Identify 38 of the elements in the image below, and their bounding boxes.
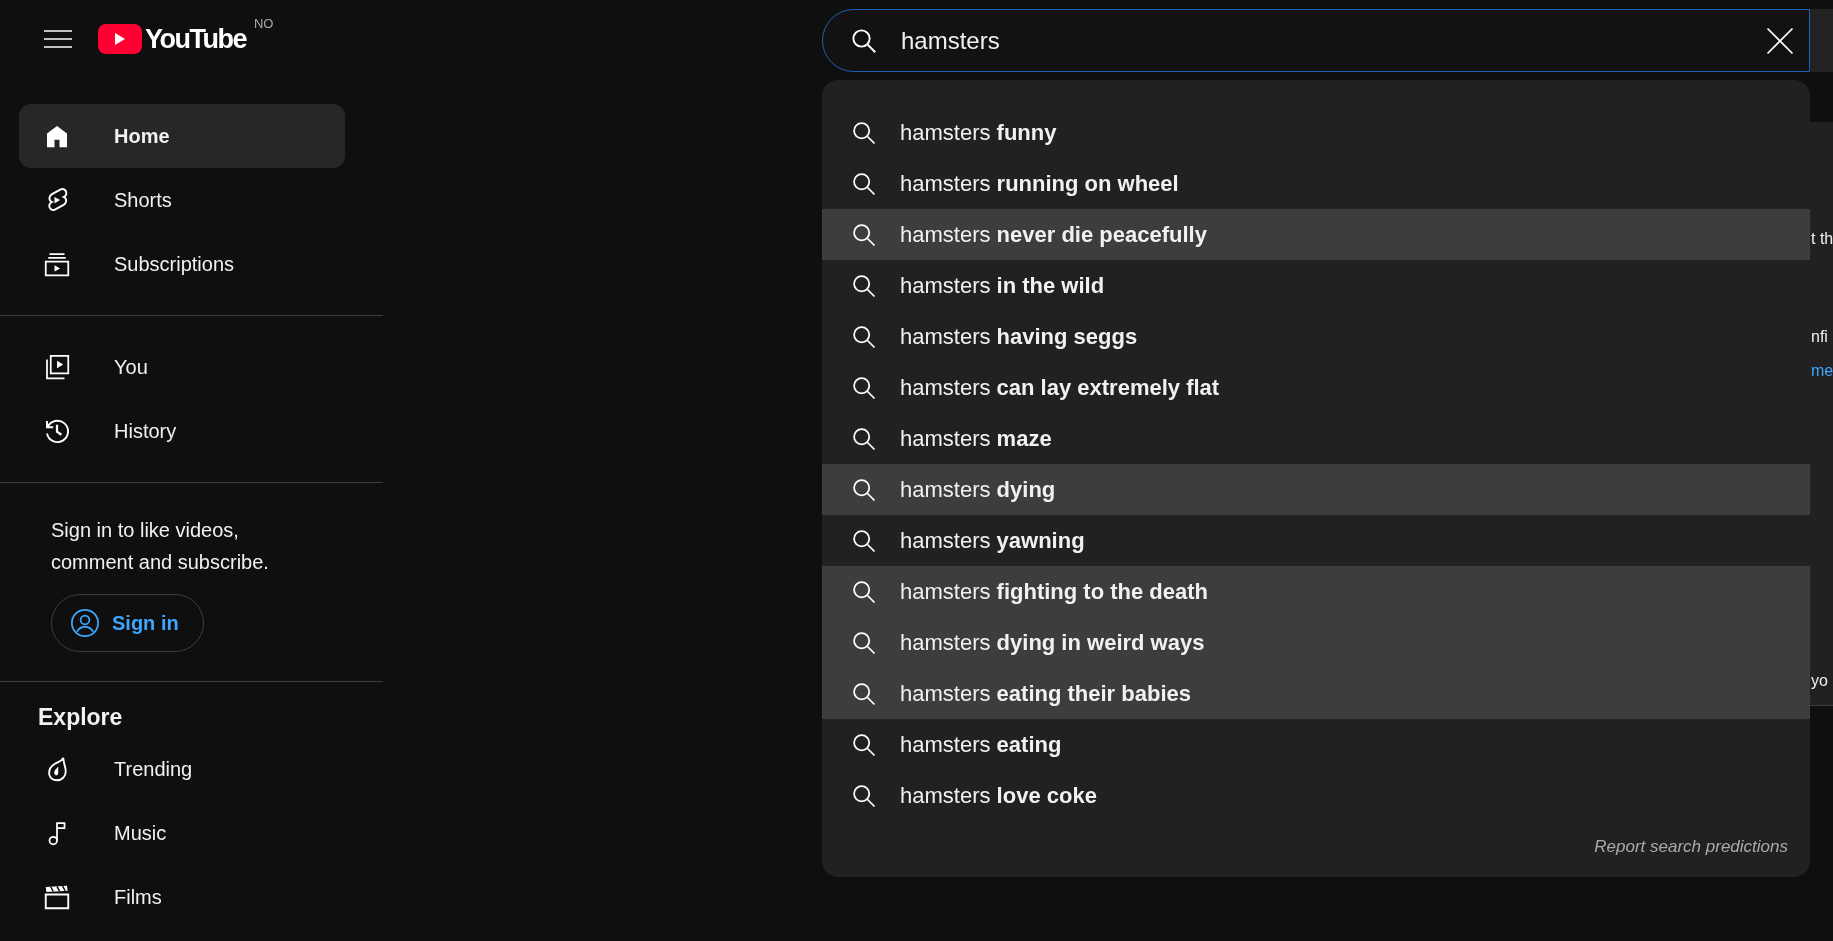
play-logo-icon bbox=[98, 24, 142, 54]
country-code: NO bbox=[254, 16, 274, 31]
suggestion-item[interactable]: hamsters never die peacefully bbox=[822, 209, 1810, 260]
youtube-logo[interactable]: YouTube bbox=[98, 23, 246, 55]
close-icon[interactable] bbox=[1765, 25, 1795, 56]
suggestion-item[interactable]: hamsters eating bbox=[822, 719, 1810, 770]
nav-item[interactable]: You bbox=[19, 335, 345, 399]
nav-item[interactable]: Shorts bbox=[19, 168, 345, 232]
suggestion-item[interactable]: hamsters dying bbox=[822, 464, 1810, 515]
nav-item[interactable]: Films bbox=[19, 865, 345, 929]
suggestion-item[interactable]: hamsters love coke bbox=[822, 770, 1810, 821]
sign-in-prompt: Sign in to like videos, comment and subscribe. bbox=[51, 518, 270, 575]
nav-item[interactable]: History bbox=[19, 399, 345, 463]
nav-item[interactable]: Trending bbox=[19, 737, 345, 801]
nav-item[interactable]: Subscriptions bbox=[19, 232, 345, 296]
suggestion-item[interactable]: hamsters in the wild bbox=[822, 260, 1810, 311]
suggestion-item[interactable]: hamsters dying in weird ways bbox=[822, 617, 1810, 668]
panel-text: t th bbox=[1811, 230, 1833, 248]
search-field[interactable]: hamsters bbox=[822, 9, 1810, 72]
suggestion-item[interactable]: hamsters funny bbox=[822, 107, 1810, 158]
panel-text: nfi bbox=[1811, 328, 1828, 346]
account-icon bbox=[70, 608, 100, 638]
menu-icon[interactable] bbox=[44, 29, 72, 49]
panel-text: yo bbox=[1811, 672, 1828, 690]
suggestion-item[interactable]: hamsters maze bbox=[822, 413, 1810, 464]
suggestion-item[interactable]: hamsters having seggs bbox=[822, 311, 1810, 362]
suggestion-item[interactable]: hamsters eating their babies bbox=[822, 668, 1810, 719]
section-heading: Explore bbox=[38, 704, 124, 731]
link[interactable]: me bbox=[1811, 362, 1833, 380]
suggestion-item[interactable]: hamsters fighting to the death bbox=[822, 566, 1810, 617]
suggestion-item[interactable]: hamsters running on wheel bbox=[822, 158, 1810, 209]
nav-item[interactable]: Music bbox=[19, 801, 345, 865]
suggestion-item[interactable]: hamsters can lay extremely flat bbox=[822, 362, 1810, 413]
logo-text: YouTube bbox=[145, 23, 246, 55]
report-link[interactable]: Report search predictions bbox=[1594, 837, 1788, 857]
search-input[interactable]: hamsters bbox=[899, 25, 1745, 56]
suggestion-item[interactable]: hamsters yawning bbox=[822, 515, 1810, 566]
nav-item[interactable]: Home bbox=[19, 104, 345, 168]
